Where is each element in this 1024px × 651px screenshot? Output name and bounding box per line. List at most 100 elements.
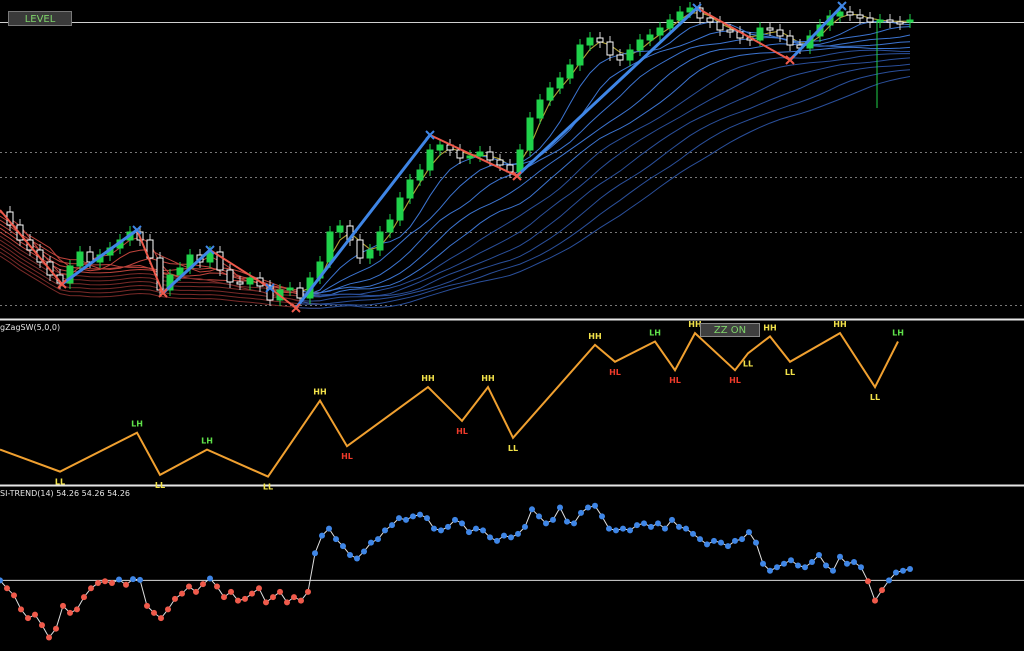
- trend-point: [844, 560, 850, 567]
- candle-body: [436, 144, 444, 151]
- candle-body: [326, 231, 334, 263]
- trend-point: [319, 532, 325, 539]
- trend-point: [298, 597, 304, 604]
- swing-label: LH: [649, 329, 661, 338]
- trend-point: [256, 585, 262, 592]
- candle-body: [236, 281, 244, 285]
- trend-point: [305, 588, 311, 595]
- trend-point: [711, 537, 717, 544]
- trend-point: [501, 532, 507, 539]
- trend-point: [424, 515, 430, 522]
- trend-point: [466, 529, 472, 536]
- trend-point: [438, 527, 444, 534]
- trend-point: [431, 525, 437, 532]
- trend-point: [396, 515, 402, 522]
- swing-label: HH: [421, 374, 434, 383]
- candle-body: [566, 64, 574, 79]
- trend-point: [312, 550, 318, 557]
- trend-point: [837, 553, 843, 560]
- zigzag-pivot-marker: [425, 130, 435, 140]
- trend-point: [144, 602, 150, 609]
- trend-point: [746, 529, 752, 536]
- trend-point: [907, 566, 913, 572]
- trend-point: [585, 504, 591, 511]
- trend-point: [606, 525, 612, 532]
- trend-point: [116, 576, 122, 583]
- candle-body: [836, 11, 844, 17]
- candle-body: [726, 29, 734, 33]
- swing-label: HH: [763, 323, 776, 332]
- candle-body: [426, 149, 434, 171]
- trend-point: [557, 504, 563, 511]
- trend-point: [550, 516, 556, 523]
- trend-point: [487, 534, 493, 541]
- candle-body: [706, 17, 714, 23]
- ma-line-blue: [299, 49, 911, 296]
- trend-point: [263, 599, 269, 606]
- candle-body: [486, 151, 494, 161]
- zz-toggle-button[interactable]: ZZ ON: [700, 323, 760, 337]
- trend-point: [683, 525, 689, 532]
- trend-point: [900, 567, 906, 574]
- trend-point: [823, 562, 829, 569]
- trend-point: [774, 564, 780, 571]
- swing-label: LH: [892, 329, 904, 338]
- swing-label: HL: [669, 376, 681, 385]
- trend-point: [193, 588, 199, 595]
- trend-point: [627, 527, 633, 534]
- ma-line-blue: [299, 34, 911, 294]
- candle-body: [576, 44, 584, 66]
- trend-point: [543, 520, 549, 527]
- swing-label: HH: [313, 388, 326, 397]
- trend-point: [662, 525, 668, 532]
- trend-point: [102, 578, 108, 585]
- trend-point: [599, 513, 605, 520]
- trend-connector: [55, 605, 64, 629]
- level-button[interactable]: LEVEL: [8, 11, 72, 26]
- trend-point: [368, 539, 374, 546]
- candle-body: [776, 29, 784, 37]
- trend-point: [865, 578, 871, 585]
- trend-point: [718, 539, 724, 546]
- ma-line-blue: [299, 26, 911, 296]
- trend-point: [214, 583, 220, 590]
- candle-body: [536, 99, 544, 119]
- ma-line-blue: [299, 41, 911, 295]
- trend-point: [592, 502, 598, 509]
- trend-point: [403, 516, 409, 523]
- trend-point: [340, 543, 346, 550]
- candle-body: [626, 49, 634, 61]
- trend-point: [200, 581, 206, 588]
- trend-point: [613, 527, 619, 534]
- candle-body: [786, 35, 794, 46]
- trend-point: [109, 580, 115, 587]
- swing-label: LL: [870, 393, 880, 402]
- swing-label: LL: [743, 359, 753, 368]
- candle-body: [526, 117, 534, 151]
- trend-point: [459, 520, 465, 527]
- trend-point: [417, 511, 423, 518]
- trading-chart: LLLHLLLHLLHHHLHHHLHHLLHHHLLHHLHHHLLLHHLL…: [0, 1, 1024, 641]
- candle-body: [766, 27, 774, 31]
- trend-point: [704, 541, 710, 548]
- swing-label: LL: [155, 481, 165, 490]
- swing-label: LL: [55, 478, 65, 487]
- zigzag-segment: [515, 6, 699, 178]
- swing-label: LL: [263, 483, 273, 492]
- trend-point: [767, 567, 773, 574]
- trend-point: [67, 609, 73, 616]
- trend-point: [508, 534, 514, 541]
- trend-point: [389, 522, 395, 529]
- candle-body: [366, 249, 374, 259]
- candle-body: [596, 37, 604, 43]
- trend-point: [347, 551, 353, 558]
- swing-line: [0, 331, 899, 478]
- trend-point: [648, 523, 654, 530]
- swing-label: LL: [785, 368, 795, 377]
- candle-body: [886, 19, 894, 23]
- candle-body: [356, 239, 364, 259]
- swing-label: LH: [131, 420, 143, 429]
- trend-point: [179, 590, 185, 597]
- trend-point: [445, 523, 451, 530]
- trend-point: [46, 634, 52, 641]
